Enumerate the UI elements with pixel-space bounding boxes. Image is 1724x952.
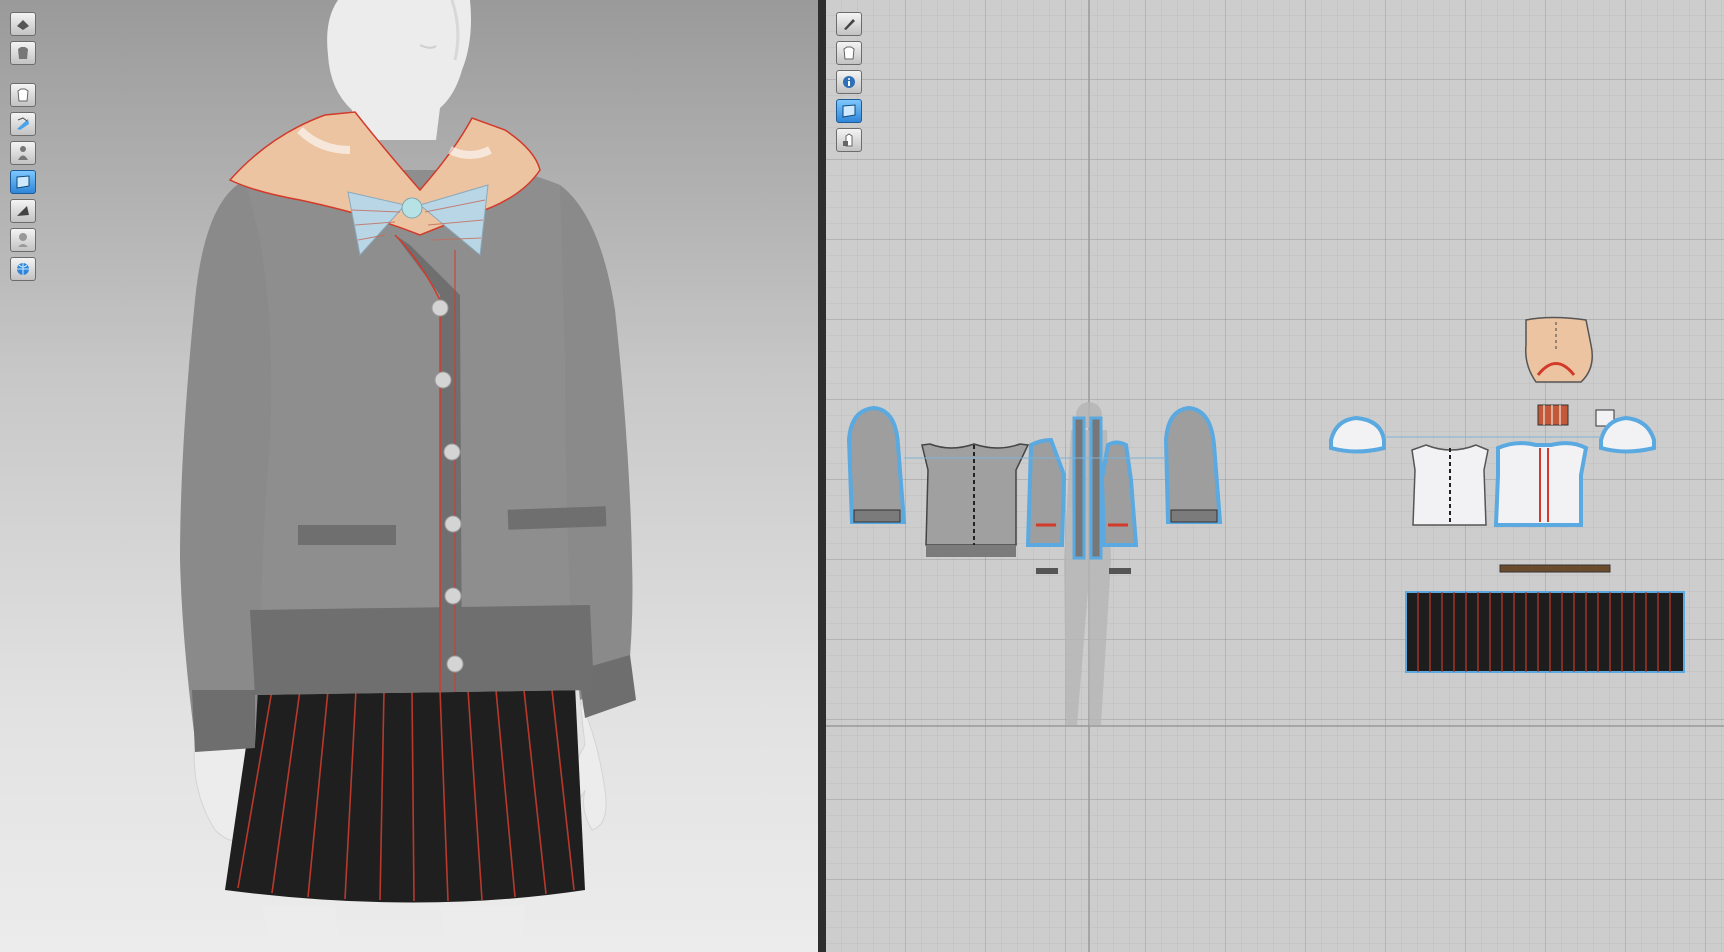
pleated-skirt — [225, 685, 585, 903]
render-camera-icon[interactable] — [10, 12, 36, 36]
avatar-silhouette — [1064, 402, 1111, 725]
avatar-display-icon[interactable] — [10, 112, 36, 136]
pattern-canvas[interactable] — [826, 0, 1724, 952]
cardigan — [180, 166, 636, 752]
pattern-piece-sleeve-right[interactable] — [1163, 405, 1223, 524]
cardigan-patterns[interactable] — [846, 405, 1223, 574]
collar-pattern[interactable] — [1524, 316, 1593, 383]
pattern-piece-back[interactable] — [921, 443, 1030, 557]
garment-display-icon[interactable] — [10, 83, 36, 107]
pattern-piece-sleeve-left[interactable] — [846, 405, 907, 524]
shirt-pattern-icon[interactable] — [836, 41, 862, 65]
viewport-splitter[interactable] — [818, 0, 826, 952]
surface-view-icon[interactable] — [10, 199, 36, 223]
texture-view-icon[interactable] — [836, 99, 862, 123]
3d-viewport[interactable] — [0, 0, 818, 952]
avatar-pose-icon[interactable] — [10, 141, 36, 165]
3d-toolbar — [10, 12, 36, 286]
environment-globe-icon[interactable] — [10, 257, 36, 281]
avatar-skin-icon[interactable] — [10, 228, 36, 252]
app-window — [0, 0, 1724, 952]
blouse-sleeve-left[interactable] — [1329, 415, 1386, 454]
blouse-sleeve-right[interactable] — [1599, 415, 1656, 454]
2d-pattern-viewport[interactable] — [826, 0, 1724, 952]
pattern-piece-front-left[interactable] — [1025, 437, 1067, 574]
blouse-front[interactable] — [1493, 441, 1589, 527]
2d-toolbar — [836, 12, 862, 157]
3d-scene[interactable] — [0, 0, 818, 952]
blouse-patterns[interactable] — [1329, 415, 1656, 527]
texture-view-icon[interactable] — [10, 170, 36, 194]
skirt-pattern[interactable] — [1405, 591, 1685, 673]
garment-texture-icon[interactable] — [10, 41, 36, 65]
waistband-pattern[interactable] — [1499, 564, 1611, 573]
pen-edit-icon[interactable] — [836, 12, 862, 36]
info-icon[interactable] — [836, 70, 862, 94]
lock-shirt-icon[interactable] — [836, 128, 862, 152]
bow-pattern[interactable] — [1537, 404, 1615, 427]
blouse-back[interactable] — [1411, 444, 1489, 526]
